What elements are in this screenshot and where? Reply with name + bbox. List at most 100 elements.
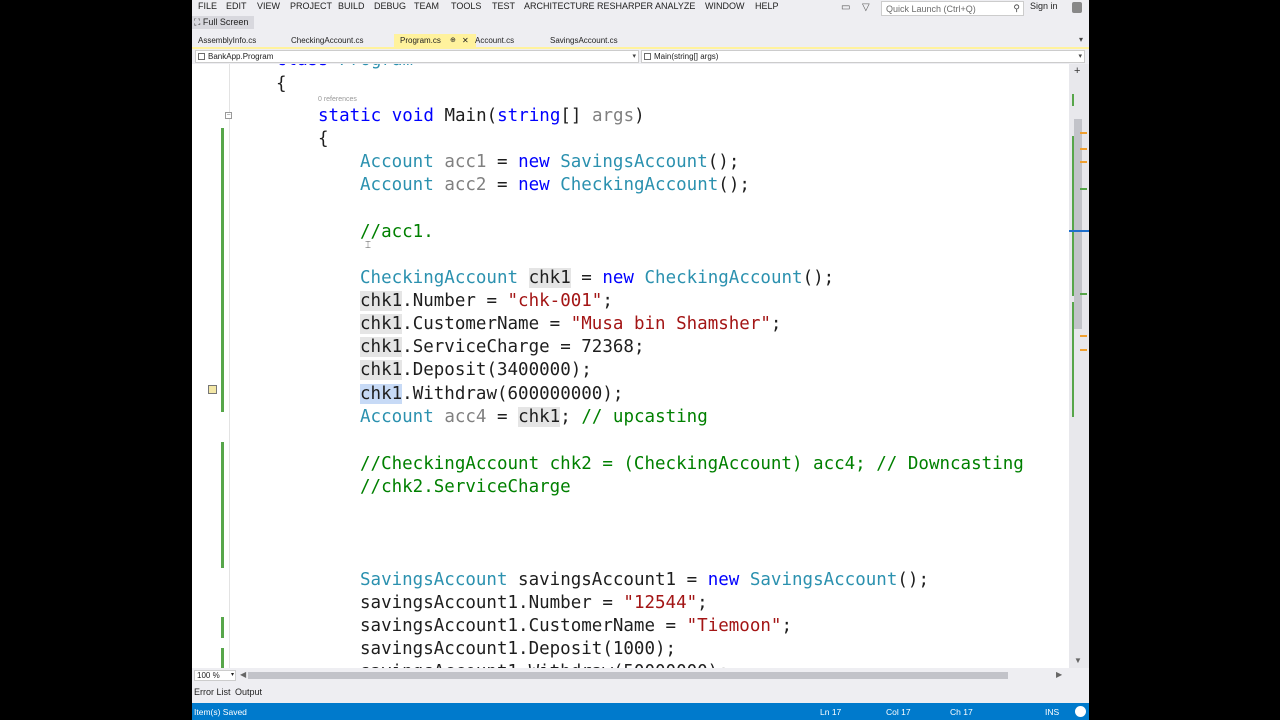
code-line: savingsAccount1.Withdraw(50000000);: [360, 661, 729, 668]
notification-icon[interactable]: [1075, 706, 1086, 717]
code-line: savingsAccount1.CustomerName = "Tiemoon"…: [360, 616, 792, 636]
tab-program[interactable]: Program.cs ⊕ ✕: [394, 34, 476, 47]
full-screen-icon: ⛶: [194, 17, 201, 27]
menu-analyze[interactable]: ANALYZE: [655, 1, 695, 11]
sign-in-link[interactable]: Sign in: [1030, 1, 1058, 11]
tab-dropdown-icon[interactable]: ▾: [1079, 35, 1083, 44]
status-bar: Item(s) Saved Ln 17 Col 17 Ch 17 INS: [192, 703, 1089, 720]
quick-launch-placeholder: Quick Launch (Ctrl+Q): [886, 4, 976, 14]
change-marker: [1080, 293, 1087, 295]
scroll-left-icon[interactable]: ◀: [240, 670, 246, 679]
status-char: Ch 17: [950, 707, 973, 717]
full-screen-bar: ⛶ Full Screen: [192, 16, 1089, 29]
vertical-scrollbar[interactable]: + ▼: [1069, 64, 1089, 668]
close-icon[interactable]: ✕: [462, 34, 469, 47]
menu-file[interactable]: FILE: [198, 1, 217, 11]
member-dropdown[interactable]: Main(string[] args) ▾: [641, 50, 1085, 63]
code-line: //chk2.ServiceCharge: [360, 477, 571, 497]
tab-account[interactable]: Account.cs: [469, 34, 545, 47]
code-line: SavingsAccount savingsAccount1 = new Sav…: [360, 570, 929, 590]
tab-error-list[interactable]: Error List: [194, 687, 231, 697]
chevron-down-icon: ▾: [230, 672, 234, 678]
document-tab-bar: AssemblyInfo.cs CheckingAccount.cs Progr…: [192, 34, 1089, 47]
menu-debug[interactable]: DEBUG: [374, 1, 406, 11]
method-icon: [644, 53, 651, 60]
navigation-bar: BankApp.Program ▾ Main(string[] args) ▾: [192, 49, 1089, 64]
code-line: savingsAccount1.Number = "12544";: [360, 593, 708, 613]
menu-project[interactable]: PROJECT: [290, 1, 332, 11]
status-message: Item(s) Saved: [194, 707, 247, 717]
status-line: Ln 17: [820, 707, 842, 717]
menu-build[interactable]: BUILD: [338, 1, 365, 11]
tab-label: Program.cs: [400, 36, 441, 45]
caret-position-marker: [1069, 230, 1089, 232]
code-line: savingsAccount1.Deposit(1000);: [360, 639, 677, 659]
code-line: chk1.Number = "chk-001";: [360, 291, 613, 311]
member-dropdown-value: Main(string[] args): [654, 52, 719, 61]
warning-marker: [1080, 132, 1087, 134]
code-lines: class Program { static void Main(string[…: [192, 64, 1069, 668]
code-line: //acc1.: [360, 222, 434, 242]
menu-team[interactable]: TEAM: [414, 1, 439, 11]
code-line: chk1.Deposit(3400000);: [360, 360, 592, 380]
class-dropdown[interactable]: BankApp.Program ▾: [195, 50, 639, 63]
user-icon[interactable]: [1072, 2, 1082, 13]
code-line: chk1.CustomerName = "Musa bin Shamsher";: [360, 314, 782, 334]
feedback-icon[interactable]: ▭: [841, 2, 850, 13]
scroll-right-icon[interactable]: ▶: [1056, 670, 1062, 679]
tab-assemblyinfo[interactable]: AssemblyInfo.cs: [192, 34, 284, 47]
split-editor-icon[interactable]: +: [1074, 65, 1080, 77]
zoom-dropdown[interactable]: 100 % ▾: [194, 670, 236, 681]
menu-test[interactable]: TEST: [492, 1, 515, 11]
menu-architecture[interactable]: ARCHITECTURE: [524, 1, 595, 11]
change-marker: [1080, 188, 1087, 190]
code-line: Account acc4 = chk1; // upcasting: [360, 407, 708, 427]
menu-tools[interactable]: TOOLS: [451, 1, 481, 11]
chevron-down-icon: ▾: [632, 53, 636, 60]
tab-label: SavingsAccount.cs: [550, 36, 618, 45]
change-marker: [1072, 302, 1074, 417]
horizontal-scroll-area: 100 % ▾ ◀ ▶: [192, 668, 1089, 683]
status-insert-mode[interactable]: INS: [1045, 707, 1059, 717]
full-screen-label: Full Screen: [202, 17, 249, 27]
scroll-thumb[interactable]: [1074, 119, 1082, 329]
code-line: CheckingAccount chk1 = new CheckingAccou…: [360, 268, 835, 288]
code-line: {: [318, 129, 329, 149]
horizontal-scroll-thumb[interactable]: [248, 672, 1008, 679]
filter-icon[interactable]: ▽: [862, 2, 870, 13]
zoom-value: 100 %: [197, 671, 220, 680]
warning-marker: [1080, 349, 1087, 351]
tab-checkingaccount[interactable]: CheckingAccount.cs: [285, 34, 393, 47]
code-line: class Program: [276, 64, 413, 72]
tab-output[interactable]: Output: [235, 687, 262, 697]
code-line: //CheckingAccount chk2 = (CheckingAccoun…: [360, 454, 1024, 474]
bottom-panel-tabs: Error List Output: [192, 684, 1089, 703]
tab-savingsaccount[interactable]: SavingsAccount.cs: [544, 34, 644, 47]
code-editor[interactable]: − 0 references ⌶ class Program { static …: [192, 64, 1069, 668]
code-line: chk1.Withdraw(600000000);: [360, 384, 624, 404]
menu-edit[interactable]: EDIT: [226, 1, 247, 11]
pin-icon[interactable]: ⊕: [450, 34, 456, 47]
ide-window: FILE EDIT VIEW PROJECT BUILD DEBUG TEAM …: [192, 0, 1089, 720]
quick-launch-input[interactable]: Quick Launch (Ctrl+Q) ⚲: [881, 1, 1024, 16]
change-marker: [1072, 94, 1074, 106]
tab-label: AssemblyInfo.cs: [198, 36, 257, 45]
status-column: Col 17: [886, 707, 911, 717]
warning-marker: [1080, 148, 1087, 150]
menu-resharper[interactable]: RESHARPER: [597, 1, 653, 11]
class-icon: [198, 53, 205, 60]
menu-view[interactable]: VIEW: [257, 1, 280, 11]
code-line: Account acc2 = new CheckingAccount();: [360, 175, 750, 195]
menu-window[interactable]: WINDOW: [705, 1, 745, 11]
full-screen-button[interactable]: ⛶ Full Screen: [192, 16, 255, 29]
menu-help[interactable]: HELP: [755, 1, 779, 11]
scroll-down-icon[interactable]: ▼: [1074, 656, 1082, 665]
class-dropdown-value: BankApp.Program: [208, 52, 274, 61]
change-marker: [1072, 136, 1074, 296]
code-line: static void Main(string[] args): [318, 106, 645, 126]
tab-label: CheckingAccount.cs: [291, 36, 364, 45]
code-line: {: [276, 74, 287, 94]
warning-marker: [1080, 161, 1087, 163]
horizontal-scrollbar[interactable]: ◀ ▶: [240, 670, 1062, 681]
search-icon[interactable]: ⚲: [1013, 3, 1020, 14]
